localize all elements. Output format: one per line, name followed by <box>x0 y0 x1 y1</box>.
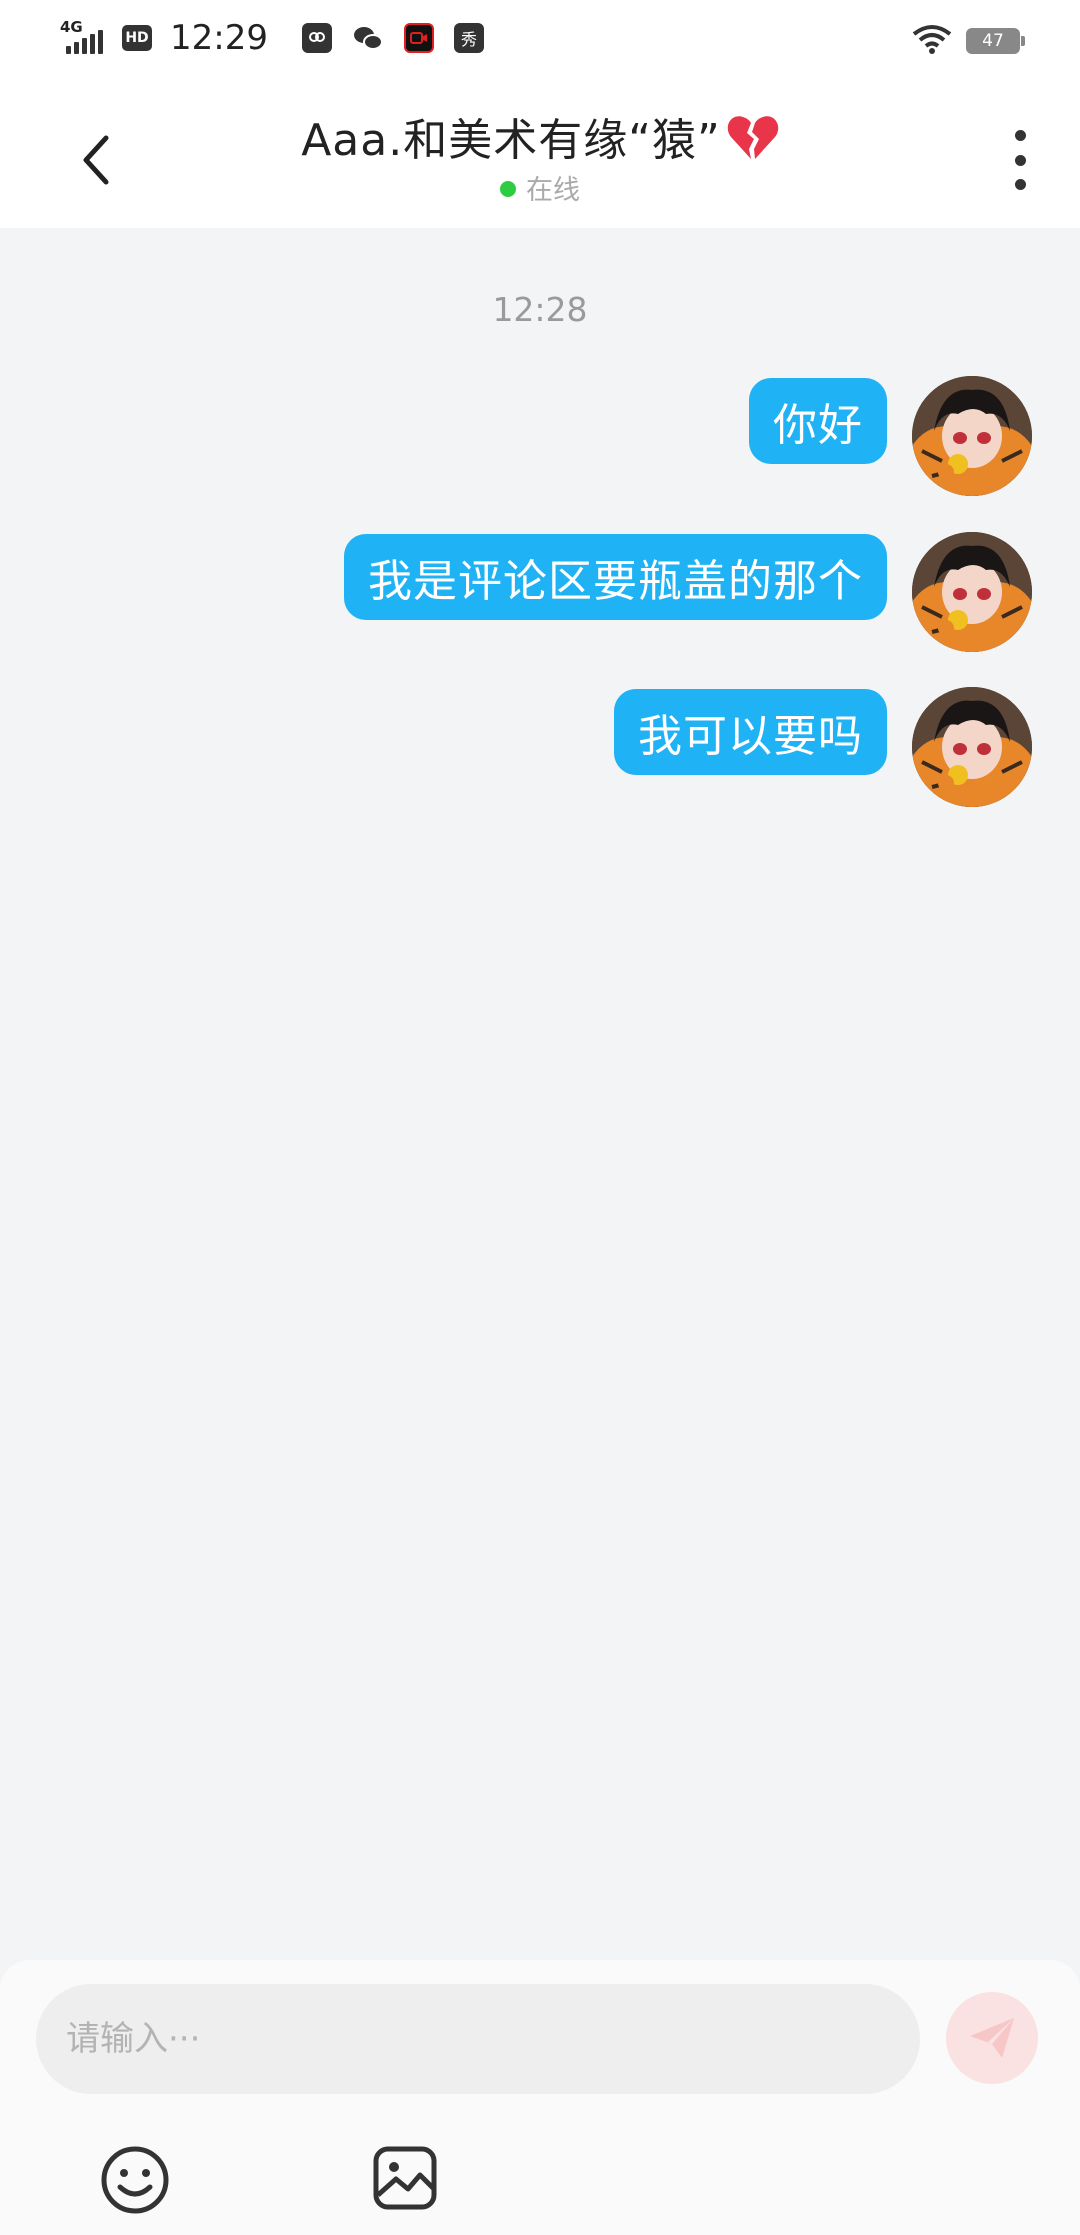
dot-icon <box>1014 154 1026 166</box>
status-bar-right: 47 <box>912 24 1025 58</box>
contact-name-text: Aaa.和美术有缘“猿” <box>301 115 721 166</box>
message-row: 你好 <box>0 376 1080 498</box>
send-button[interactable] <box>946 1992 1038 2084</box>
video-app-icon <box>403 23 434 53</box>
status-bar-left: 4G HD 12:29 秀 <box>60 18 492 58</box>
dot-icon <box>1014 179 1026 190</box>
cellular-signal-icon: 4G <box>60 18 110 58</box>
smiley-icon <box>101 2146 169 2214</box>
message-input-container <box>36 1984 920 2094</box>
hd-icon: HD <box>122 25 152 51</box>
network-type: 4G <box>60 18 83 36</box>
xiu-app-icon: 秀 <box>453 23 484 53</box>
wechat-icon <box>352 23 384 53</box>
status-bar: 4G HD 12:29 秀 47 <box>0 0 1080 82</box>
wifi-icon <box>912 24 952 58</box>
image-button[interactable] <box>372 2145 438 2211</box>
message-input[interactable] <box>64 2018 888 2060</box>
emoji-button[interactable] <box>100 2145 170 2215</box>
dot-icon <box>1014 130 1026 141</box>
message-bubble[interactable]: 你好 <box>749 378 887 464</box>
battery-icon: 47 <box>966 28 1025 54</box>
online-status: 在线 <box>0 168 1080 207</box>
message-row: 我是评论区要瓶盖的那个 <box>0 532 1080 654</box>
contact-name: Aaa.和美术有缘“猿” <box>0 104 1080 172</box>
send-icon <box>970 2018 1014 2058</box>
online-dot <box>500 181 516 197</box>
chat-header: Aaa.和美术有缘“猿” 在线 <box>0 82 1080 228</box>
broken-heart-icon <box>727 113 779 172</box>
avatar[interactable] <box>912 687 1032 807</box>
message-timestamp: 12:28 <box>492 290 588 329</box>
avatar[interactable] <box>912 532 1032 652</box>
avatar[interactable] <box>912 376 1032 496</box>
online-status-text: 在线 <box>526 175 580 206</box>
composer <box>0 1960 1080 2235</box>
status-time: 12:29 <box>170 18 268 58</box>
more-options-button[interactable] <box>1012 130 1028 190</box>
image-icon <box>373 2146 437 2210</box>
message-bubble[interactable]: 我可以要吗 <box>614 689 887 775</box>
message-row: 我可以要吗 <box>0 687 1080 809</box>
message-bubble[interactable]: 我是评论区要瓶盖的那个 <box>344 534 887 620</box>
app-notification-icon <box>301 23 332 53</box>
